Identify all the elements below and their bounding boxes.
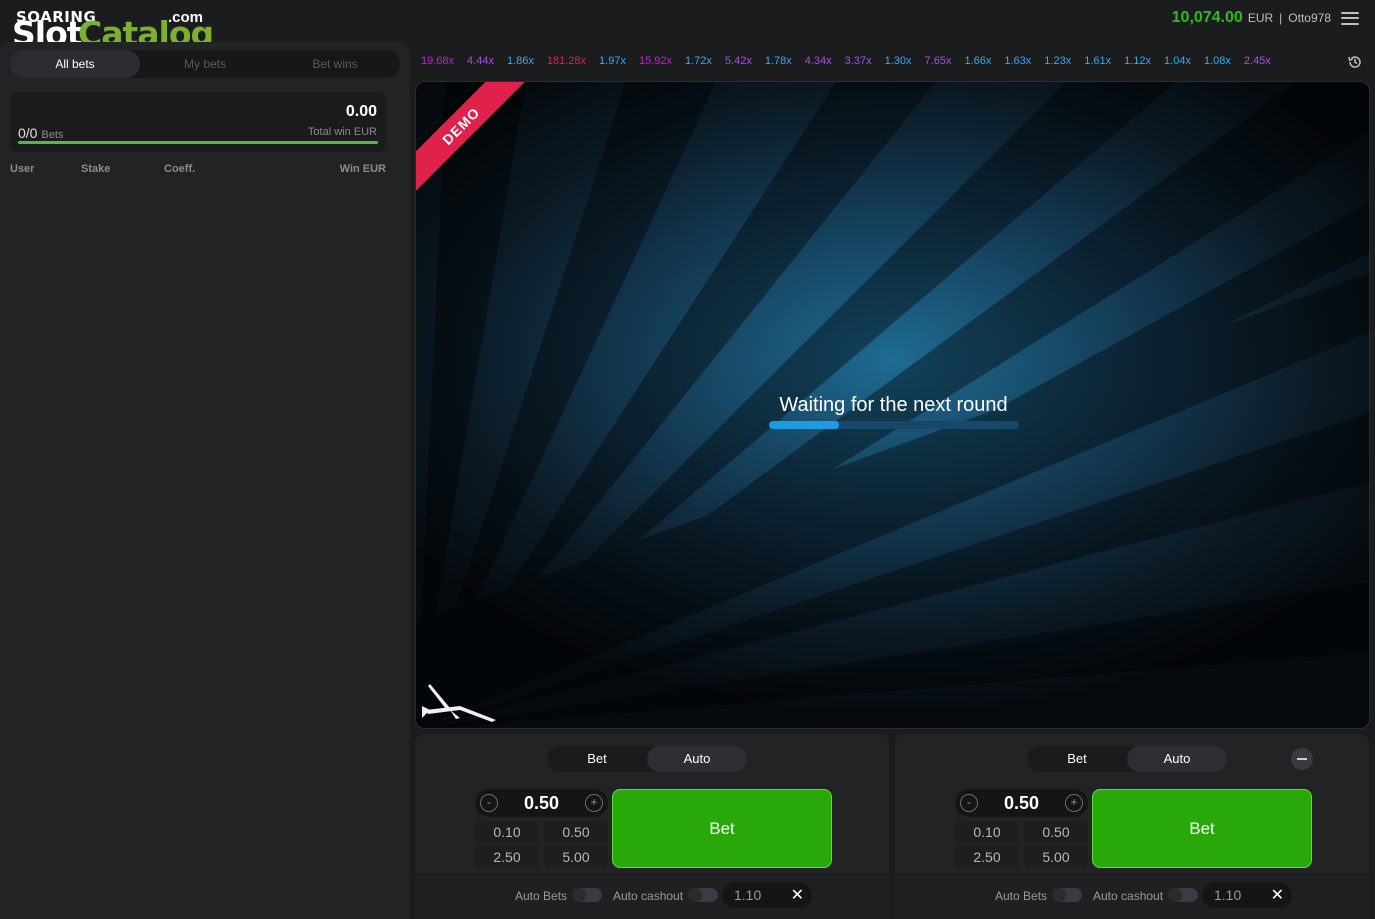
tab-auto-1[interactable]: Auto bbox=[647, 746, 747, 772]
glider-plane-icon bbox=[422, 684, 496, 722]
auto-cashout-label: Auto cashout bbox=[613, 889, 684, 903]
history-clock-icon[interactable] bbox=[1347, 54, 1363, 70]
stake-stepper-2: - 0.50 + bbox=[955, 789, 1088, 817]
multiplier-chip[interactable]: 5.42x bbox=[725, 55, 752, 69]
multiplier-chip[interactable]: 1.04x bbox=[1164, 55, 1191, 69]
bet-mode-tabs-2: Bet Auto bbox=[1027, 746, 1227, 772]
multiplier-chip[interactable]: 19.68x bbox=[421, 55, 454, 69]
multiplier-chip[interactable]: 1.78x bbox=[765, 55, 792, 69]
account-area: 10,074.00 EUR | Otto978 bbox=[1172, 9, 1359, 27]
tab-auto-2[interactable]: Auto bbox=[1127, 746, 1227, 772]
multiplier-chip[interactable]: 1.66x bbox=[964, 55, 991, 69]
quick-stake-button[interactable]: 0.50 bbox=[544, 821, 608, 843]
close-icon[interactable]: ✕ bbox=[791, 885, 804, 905]
bet-panel-1: Bet Auto - 0.50 + 0.10 0.50 2.50 5.00 Be… bbox=[415, 734, 889, 919]
auto-cashout-value: 1.10 bbox=[734, 887, 762, 903]
minus-icon bbox=[1297, 758, 1307, 760]
multiplier-chip[interactable]: 3.37x bbox=[845, 55, 872, 69]
plus-icon[interactable]: + bbox=[585, 794, 603, 812]
multiplier-chip[interactable]: 1.97x bbox=[599, 55, 626, 69]
multiplier-chip[interactable]: 181.28x bbox=[547, 55, 586, 69]
auto-options-2: Auto Bets Auto cashout 1.10 ✕ bbox=[895, 874, 1369, 919]
total-win-label: Total win EUR bbox=[307, 126, 377, 138]
multiplier-history: 19.68x 4.44x 1.86x 181.28x 1.97x 15.92x 1.72x 5… bbox=[421, 55, 1284, 69]
auto-bets-label: Auto Bets bbox=[995, 889, 1048, 903]
bets-count-value: 0/0 bbox=[18, 125, 38, 141]
top-header: SOARING Slot Catalog .com 10,074.00 EUR … bbox=[0, 0, 1375, 53]
multiplier-chip[interactable]: 1.61x bbox=[1084, 55, 1111, 69]
auto-cashout-input-1[interactable]: 1.10 ✕ bbox=[722, 882, 812, 908]
bet-mode-tabs-1: Bet Auto bbox=[547, 746, 747, 772]
auto-cashout-toggle-1[interactable] bbox=[688, 888, 718, 902]
quick-stakes-2: 0.10 0.50 2.50 5.00 bbox=[955, 821, 1088, 869]
bets-stats: 0.00 0/0 Bets Total win EUR bbox=[10, 92, 386, 152]
plus-icon[interactable]: + bbox=[1065, 794, 1083, 812]
balance-amount: 10,074.00 bbox=[1171, 9, 1243, 26]
bets-progress-bar bbox=[18, 141, 378, 144]
tab-all-bets[interactable]: All bets bbox=[10, 50, 140, 78]
quick-stake-button[interactable]: 0.50 bbox=[1024, 821, 1088, 843]
auto-bets-toggle-1[interactable] bbox=[572, 888, 602, 902]
multiplier-chip[interactable]: 15.92x bbox=[639, 55, 672, 69]
column-win: Win EUR bbox=[339, 163, 386, 175]
bets-tabs: All bets My bets Bet wins bbox=[10, 50, 400, 78]
tab-my-bets[interactable]: My bets bbox=[140, 50, 270, 78]
header-separator: | bbox=[1279, 11, 1283, 25]
auto-bets-toggle-2[interactable] bbox=[1052, 888, 1082, 902]
quick-stake-button[interactable]: 0.10 bbox=[475, 821, 539, 843]
auto-options-1: Auto Bets Auto cashout 1.10 ✕ bbox=[415, 874, 889, 919]
column-coeff: Coeff. bbox=[164, 163, 196, 175]
username[interactable]: Otto978 bbox=[1288, 11, 1331, 25]
multiplier-chip[interactable]: 1.08x bbox=[1204, 55, 1231, 69]
quick-stake-button[interactable]: 0.10 bbox=[955, 821, 1019, 843]
hamburger-menu-icon[interactable] bbox=[1341, 11, 1359, 25]
game-canvas: DEMO Waiting for the next round bbox=[415, 81, 1370, 729]
bets-panel: All bets My bets Bet wins 0.00 0/0 Bets … bbox=[0, 42, 410, 919]
multiplier-chip[interactable]: 1.30x bbox=[885, 55, 912, 69]
bets-count-label: Bets bbox=[41, 129, 64, 141]
multiplier-chip[interactable]: 1.63x bbox=[1004, 55, 1031, 69]
multiplier-chip[interactable]: 1.23x bbox=[1044, 55, 1071, 69]
bets-table-header: User Stake Coeff. Win EUR bbox=[10, 163, 386, 177]
logo-com-text: .com bbox=[168, 9, 204, 26]
round-wait-progress-fill bbox=[769, 421, 839, 429]
quick-stakes-1: 0.10 0.50 2.50 5.00 bbox=[475, 821, 608, 869]
balance-currency: EUR bbox=[1247, 11, 1274, 25]
bet-panel-2: Bet Auto - 0.50 + 0.10 0.50 2.50 5.00 Be… bbox=[895, 734, 1369, 919]
quick-stake-button[interactable]: 2.50 bbox=[955, 846, 1019, 868]
multiplier-chip[interactable]: 1.72x bbox=[685, 55, 712, 69]
bets-count: 0/0 Bets bbox=[18, 125, 63, 141]
auto-cashout-toggle-2[interactable] bbox=[1168, 888, 1198, 902]
stake-stepper-1: - 0.50 + bbox=[475, 789, 608, 817]
tab-bet-1[interactable]: Bet bbox=[547, 746, 647, 772]
round-status-text: Waiting for the next round bbox=[779, 394, 1008, 416]
multiplier-chip[interactable]: 4.34x bbox=[805, 55, 832, 69]
tab-bet-2[interactable]: Bet bbox=[1027, 746, 1127, 772]
multiplier-chip[interactable]: 1.86x bbox=[507, 55, 534, 69]
multiplier-chip[interactable]: 2.45x bbox=[1244, 55, 1271, 69]
place-bet-button-1[interactable]: Bet bbox=[612, 789, 832, 868]
quick-stake-button[interactable]: 2.50 bbox=[475, 846, 539, 868]
auto-cashout-input-2[interactable]: 1.10 ✕ bbox=[1202, 882, 1292, 908]
remove-panel-button[interactable] bbox=[1291, 748, 1313, 770]
total-win-value: 0.00 bbox=[345, 103, 377, 120]
place-bet-button-2[interactable]: Bet bbox=[1092, 789, 1312, 868]
column-user: User bbox=[10, 163, 35, 175]
quick-stake-button[interactable]: 5.00 bbox=[1024, 846, 1088, 868]
multiplier-chip[interactable]: 7.65x bbox=[925, 55, 952, 69]
tab-bet-wins[interactable]: Bet wins bbox=[270, 50, 400, 78]
column-stake: Stake bbox=[81, 163, 111, 175]
auto-bets-label: Auto Bets bbox=[515, 889, 568, 903]
auto-cashout-value: 1.10 bbox=[1214, 887, 1242, 903]
auto-cashout-label: Auto cashout bbox=[1093, 889, 1164, 903]
close-icon[interactable]: ✕ bbox=[1271, 885, 1284, 905]
quick-stake-button[interactable]: 5.00 bbox=[544, 846, 608, 868]
multiplier-chip[interactable]: 4.44x bbox=[467, 55, 494, 69]
multiplier-chip[interactable]: 1.12x bbox=[1124, 55, 1151, 69]
round-wait-progress bbox=[769, 421, 1019, 429]
